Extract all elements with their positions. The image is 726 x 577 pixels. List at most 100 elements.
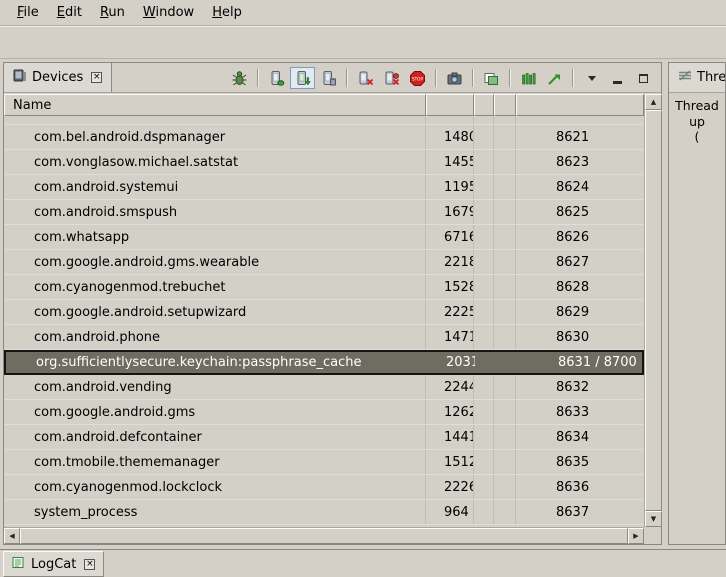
table-row[interactable]: com.whatsapp 6716 8626 <box>4 225 644 250</box>
logcat-icon <box>12 556 26 573</box>
process-pid: 1195 <box>426 175 474 199</box>
process-name: com.vonglasow.michael.satstat <box>4 150 426 174</box>
table-row[interactable]: com.cyanogenmod.trebuchet 1528 8628 <box>4 275 644 300</box>
scroll-right-icon[interactable]: ▶ <box>628 528 644 544</box>
cell-empty <box>494 475 516 499</box>
table-row[interactable]: com.cyanogenmod.lockclock 22265 8636 <box>4 475 644 500</box>
table-row[interactable]: com.vonglasow.michael.satstat 14553 8623 <box>4 150 644 175</box>
table-row[interactable]: com.android.systemui 1195 8624 <box>4 175 644 200</box>
process-port: 8621 <box>516 125 644 149</box>
process-pid: 1528 <box>426 275 474 299</box>
cell-empty <box>516 116 644 124</box>
column-header-pid[interactable] <box>426 94 474 116</box>
cell-empty <box>476 352 496 373</box>
process-pid: 22250 <box>426 300 474 324</box>
tab-logcat-label: LogCat <box>31 557 76 572</box>
menu-edit[interactable]: Edit <box>48 2 91 23</box>
menu-help[interactable]: Help <box>203 2 251 23</box>
devices-panel-header: Devices × STOP <box>4 63 661 93</box>
scroll-up-icon[interactable]: ▲ <box>645 94 662 110</box>
threads-panel-header: Threads × <box>669 63 725 93</box>
stop-process-icon[interactable]: STOP <box>405 67 430 89</box>
method-profiling-icon[interactable] <box>542 67 567 89</box>
table-row[interactable]: com.android.defcontainer 14411 8634 <box>4 425 644 450</box>
threads-panel: Threads × Thread up ( <box>668 62 726 545</box>
dump-view-hierarchy-icon[interactable] <box>479 67 504 89</box>
toolbar-separator <box>435 69 437 87</box>
table-row[interactable]: com.bel.android.dspmanager 1480 8621 <box>4 125 644 150</box>
cell-empty <box>494 200 516 224</box>
close-icon[interactable]: × <box>84 559 95 570</box>
table-row[interactable]: com.tmobile.thememanager 1512 8635 <box>4 450 644 475</box>
process-name: com.android.smspush <box>4 200 426 224</box>
column-header-name[interactable]: Name <box>4 94 426 116</box>
process-pid: 22185 <box>426 250 474 274</box>
scroll-down-icon[interactable]: ▼ <box>645 511 662 527</box>
column-header-empty[interactable] <box>474 94 494 116</box>
cell-empty <box>494 116 516 124</box>
process-port: 8630 <box>516 325 644 349</box>
process-port: 8633 <box>516 400 644 424</box>
tab-logcat[interactable]: LogCat × <box>3 551 104 577</box>
vertical-scrollbar[interactable]: ▲ ▼ <box>644 94 661 527</box>
table-row[interactable]: com.android.smspush 1679 8625 <box>4 200 644 225</box>
process-pid: 12623 <box>426 400 474 424</box>
process-name: com.cyanogenmod.trebuchet <box>4 275 426 299</box>
cell-empty <box>494 225 516 249</box>
table-row[interactable]: com.google.android.gms 12623 8633 <box>4 400 644 425</box>
menu-file[interactable]: File <box>8 2 48 23</box>
scroll-left-icon[interactable]: ◀ <box>4 528 20 544</box>
toolbar-separator <box>572 69 574 87</box>
menu-run[interactable]: Run <box>91 2 134 23</box>
column-header-empty[interactable] <box>494 94 516 116</box>
close-icon[interactable]: × <box>91 72 102 83</box>
capture-layers-icon[interactable] <box>516 67 541 89</box>
minimize-icon[interactable] <box>605 67 630 89</box>
toolbar-separator <box>472 69 474 87</box>
horizontal-scrollbar[interactable]: ◀ ▶ <box>4 527 644 544</box>
update-heap-icon[interactable] <box>264 67 289 89</box>
cell-empty <box>474 450 494 474</box>
screen-capture-icon[interactable] <box>442 67 467 89</box>
process-name: com.google.android.gms.wearable <box>4 250 426 274</box>
debug-icon[interactable] <box>227 67 252 89</box>
vertical-scrollbar-thumb[interactable] <box>645 110 662 511</box>
cell-empty <box>474 475 494 499</box>
process-name: system_process <box>4 500 426 524</box>
tab-threads[interactable]: Threads × <box>669 63 726 92</box>
table-row[interactable]: com.android.vending 22440 8632 <box>4 375 644 400</box>
process-port: 8623 <box>516 150 644 174</box>
dump-hprof-icon[interactable] <box>290 67 315 89</box>
process-port: 8635 <box>516 450 644 474</box>
menubar: File Edit Run Window Help <box>0 0 726 26</box>
process-name: com.bel.android.dspmanager <box>4 125 426 149</box>
table-row[interactable]: system_process 964 8637 <box>4 500 644 525</box>
cell-empty <box>474 500 494 524</box>
process-table-body: com.bel.android.dspmanager 1480 8621 com… <box>4 116 644 527</box>
cell-empty <box>494 425 516 449</box>
cell-empty <box>494 375 516 399</box>
process-name: com.android.vending <box>4 375 426 399</box>
toolbar-separator <box>346 69 348 87</box>
tab-devices[interactable]: Devices × <box>4 63 112 92</box>
process-name: com.google.android.setupwizard <box>4 300 426 324</box>
update-threads-icon[interactable] <box>353 67 378 89</box>
table-row[interactable]: com.android.phone 1471 8630 <box>4 325 644 350</box>
table-row[interactable]: com.google.android.gms.wearable 22185 86… <box>4 250 644 275</box>
table-row[interactable]: com.google.android.setupwizard 22250 862… <box>4 300 644 325</box>
table-row[interactable]: org.sufficientlysecure.keychain:passphra… <box>4 350 644 375</box>
cell-empty <box>474 275 494 299</box>
process-port: 8625 <box>516 200 644 224</box>
threads-message-line2: ( <box>669 129 725 145</box>
menu-window[interactable]: Window <box>134 2 203 23</box>
cell-empty <box>474 400 494 424</box>
view-menu-icon[interactable] <box>579 67 604 89</box>
start-method-profiling-icon[interactable] <box>379 67 404 89</box>
process-pid: 1480 <box>426 125 474 149</box>
cause-gc-icon[interactable] <box>316 67 341 89</box>
cell-empty <box>474 225 494 249</box>
maximize-icon[interactable] <box>631 67 656 89</box>
cell-empty <box>4 116 426 124</box>
column-header-port[interactable] <box>516 94 644 116</box>
horizontal-scrollbar-thumb[interactable] <box>20 528 628 544</box>
